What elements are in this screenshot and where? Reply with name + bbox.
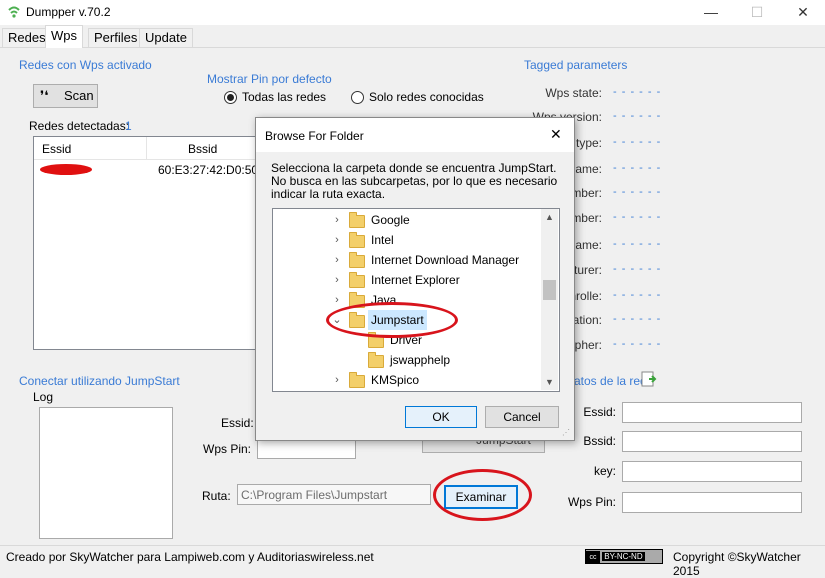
radio-solo-conocidas[interactable] — [351, 91, 364, 104]
tagged-param-value: - - - - - - — [613, 110, 662, 122]
mostrar-pin-label: Mostrar Pin por defecto — [207, 72, 332, 86]
close-button[interactable]: ✕ — [780, 0, 825, 25]
footsteps-icon: ❜❛ — [40, 88, 49, 103]
folder-icon — [368, 352, 384, 368]
chevron-right-icon[interactable]: › — [331, 290, 343, 310]
footer-credits: Creado por SkyWatcher para Lampiweb.com … — [6, 550, 374, 564]
redes-detectadas-label: Redes detectadas: — [29, 119, 130, 133]
dialog-close-button[interactable]: ✕ — [550, 126, 562, 143]
network-field-input[interactable] — [622, 461, 802, 482]
tagged-param-value: - - - - - - — [613, 86, 662, 98]
table-row[interactable]: 60:E3:27:42:D0:50 — [34, 160, 259, 180]
resize-grip-icon[interactable]: ⋰ — [562, 428, 572, 438]
folder-name: Google — [371, 213, 410, 227]
dialog-title-bar: Browse For Folder ✕ — [256, 118, 574, 152]
folder-icon — [349, 212, 365, 228]
ruta-label: Ruta: — [202, 489, 231, 503]
network-field-input[interactable] — [622, 402, 802, 423]
scan-label: Scan — [64, 88, 94, 103]
browse-folder-dialog: Browse For Folder ✕ Selecciona la carpet… — [255, 117, 575, 441]
window-title: Dumpper v.70.2 — [26, 5, 111, 19]
log-box[interactable] — [39, 407, 173, 539]
title-bar: Dumpper v.70.2 — ☐ ✕ — [0, 0, 825, 25]
cc-badge-text: BY-NC-ND — [602, 552, 645, 561]
cc-icon: cc — [586, 551, 600, 564]
tagged-param-value: - - - - - - — [613, 186, 662, 198]
chevron-right-icon[interactable]: › — [331, 210, 343, 230]
chevron-right-icon[interactable]: › — [331, 370, 343, 390]
tagged-param-value: - - - - - - — [613, 313, 662, 325]
tagged-param-value: - - - - - - — [613, 211, 662, 223]
tagged-param-label: Wps state: — [545, 86, 602, 100]
tagged-param-value: - - - - - - — [613, 238, 662, 250]
folder-name: Intel — [371, 233, 394, 247]
scroll-down-icon[interactable]: ▼ — [541, 374, 558, 390]
networks-table[interactable]: Essid Bssid 60:E3:27:42:D0:50 — [33, 136, 260, 350]
folder-name: jswapphelp — [390, 353, 451, 367]
folder-tree-item[interactable]: › Internet Download Manager — [273, 250, 541, 270]
folder-icon — [349, 372, 365, 388]
annotation-ellipse-examinar — [433, 469, 532, 521]
tab-perfiles[interactable]: Perfiles — [88, 28, 144, 47]
wifi-icon — [8, 6, 20, 18]
ruta-input[interactable]: C:\Program Files\Jumpstart — [237, 484, 431, 505]
chevron-right-icon[interactable]: › — [331, 250, 343, 270]
folder-tree[interactable]: › Google › Intel › Internet Download Manager ›… — [272, 208, 560, 392]
redacted-essid — [40, 164, 92, 175]
folder-tree-item[interactable]: › KMSpico — [273, 370, 541, 390]
essid-label: Essid: — [221, 416, 254, 430]
radio-todas-las-redes[interactable] — [224, 91, 237, 104]
dialog-title: Browse For Folder — [265, 129, 364, 143]
scroll-thumb[interactable] — [543, 280, 556, 300]
chevron-right-icon[interactable]: › — [331, 270, 343, 290]
network-field-input[interactable] — [622, 431, 802, 452]
tagged-param-value: - - - - - - — [613, 136, 662, 148]
column-header-bssid[interactable]: Bssid — [188, 142, 217, 156]
folder-name: Internet Download Manager — [371, 253, 520, 267]
folder-icon — [349, 232, 365, 248]
column-header-essid[interactable]: Essid — [42, 142, 71, 156]
tagged-param-value: - - - - - - — [613, 289, 662, 301]
folder-tree-item[interactable]: › Internet Explorer — [273, 270, 541, 290]
network-field-label: Wps Pin: — [567, 495, 616, 509]
network-field-input[interactable] — [622, 492, 802, 513]
tree-scrollbar[interactable]: ▲ ▼ — [541, 209, 558, 390]
annotation-ellipse-jumpstart — [326, 302, 458, 338]
folder-tree-item[interactable]: jswapphelp — [273, 350, 541, 370]
scroll-up-icon[interactable]: ▲ — [541, 209, 558, 225]
datos-red-label: atos de la red — [574, 374, 647, 388]
tagged-param-value: - - - - - - — [613, 263, 662, 275]
cc-license-badge: cc BY-NC-ND — [585, 549, 663, 564]
footer-copyright: Copyright ©SkyWatcher 2015 — [673, 550, 801, 578]
chevron-right-icon[interactable]: › — [331, 230, 343, 250]
redes-wps-label: Redes con Wps activado — [19, 58, 152, 72]
export-icon[interactable] — [641, 371, 659, 388]
conectar-jumpstart-label: Conectar utilizando JumpStart — [19, 374, 180, 388]
radio-solo-label: Solo redes conocidas — [369, 90, 484, 104]
folder-name: Internet Explorer — [371, 273, 460, 287]
scan-button[interactable]: ❜❛ Scan — [33, 84, 98, 108]
dialog-message: Selecciona la carpeta donde se encuentra… — [271, 161, 558, 201]
log-label: Log — [33, 390, 54, 404]
folder-name: KMSpico — [371, 373, 420, 387]
table-header: Essid Bssid — [34, 137, 259, 160]
minimize-button[interactable]: — — [688, 0, 734, 25]
tagged-param-value: - - - - - - — [613, 162, 662, 174]
cancel-button[interactable]: Cancel — [485, 406, 559, 428]
radio-todas-label: Todas las redes — [242, 90, 327, 104]
tagged-parameters-title: Tagged parameters — [524, 58, 628, 72]
maximize-button[interactable]: ☐ — [734, 0, 780, 25]
folder-tree-item[interactable]: › Intel — [273, 230, 541, 250]
redes-detectadas-count: 1 — [125, 119, 132, 133]
folder-icon — [349, 272, 365, 288]
tab-update[interactable]: Update — [139, 28, 193, 47]
network-field-label: key: — [593, 464, 616, 478]
ok-button[interactable]: OK — [405, 406, 477, 428]
folder-tree-item[interactable]: › Google — [273, 210, 541, 230]
wpspin-label: Wps Pin: — [203, 442, 252, 456]
row-bssid: 60:E3:27:42:D0:50 — [158, 163, 259, 177]
tab-wps[interactable]: Wps — [45, 25, 83, 48]
folder-icon — [349, 252, 365, 268]
tagged-param-value: - - - - - - — [613, 338, 662, 350]
